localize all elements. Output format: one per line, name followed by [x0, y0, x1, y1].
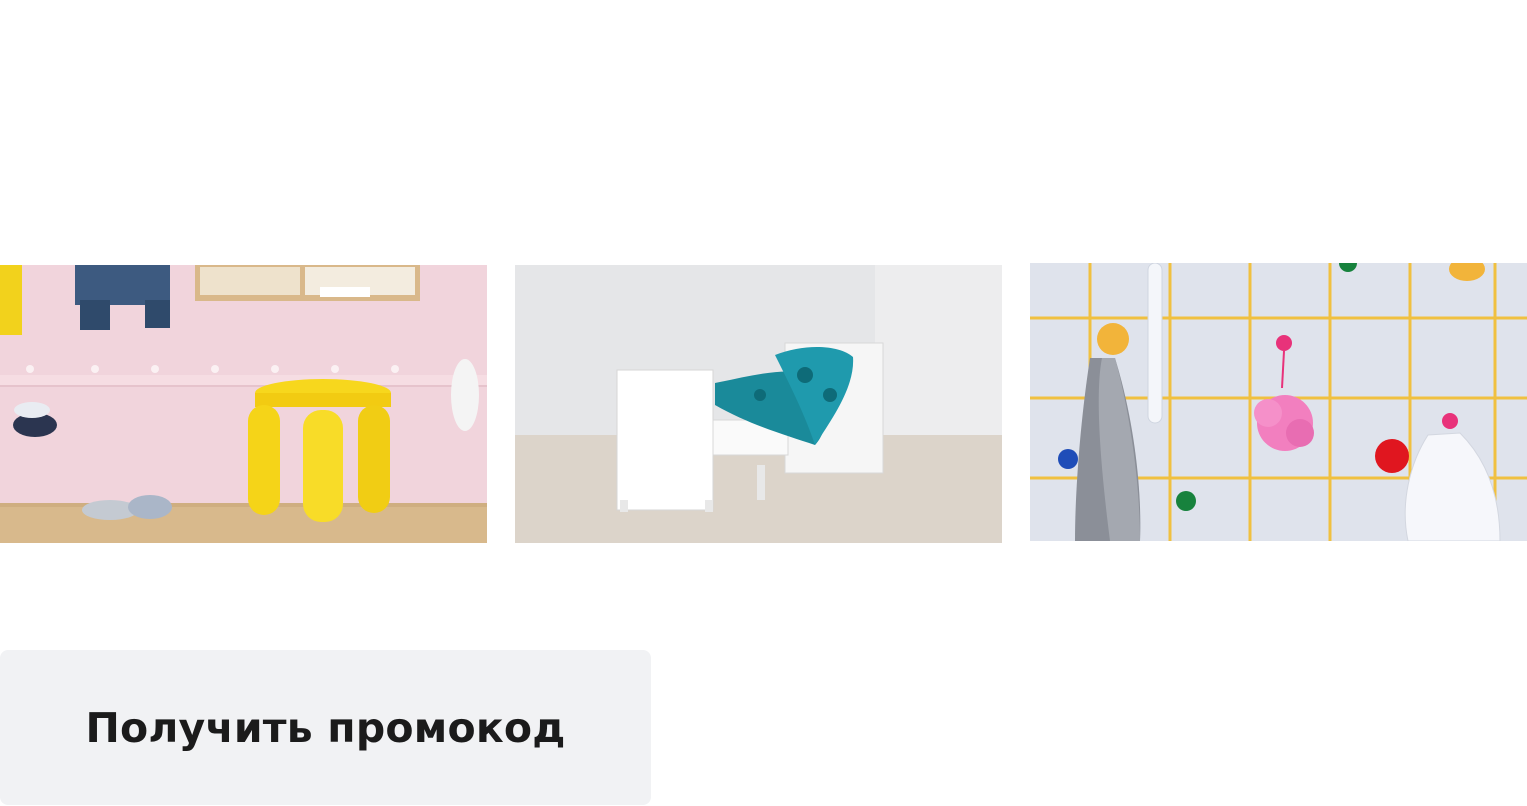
hooks-illustration [1030, 263, 1527, 541]
stool-illustration [0, 265, 487, 543]
promo-page: Получить промокод [0, 0, 1527, 806]
get-promocode-label: Получить промокод [85, 703, 566, 752]
get-promocode-button[interactable]: Получить промокод [0, 650, 651, 805]
bed-illustration [515, 265, 1002, 543]
bathroom-hooks-image[interactable] [1030, 263, 1527, 541]
kids-bed-image[interactable] [515, 265, 1002, 543]
kids-stool-hallway-image[interactable] [0, 265, 487, 543]
photo-gallery [0, 263, 1527, 545]
